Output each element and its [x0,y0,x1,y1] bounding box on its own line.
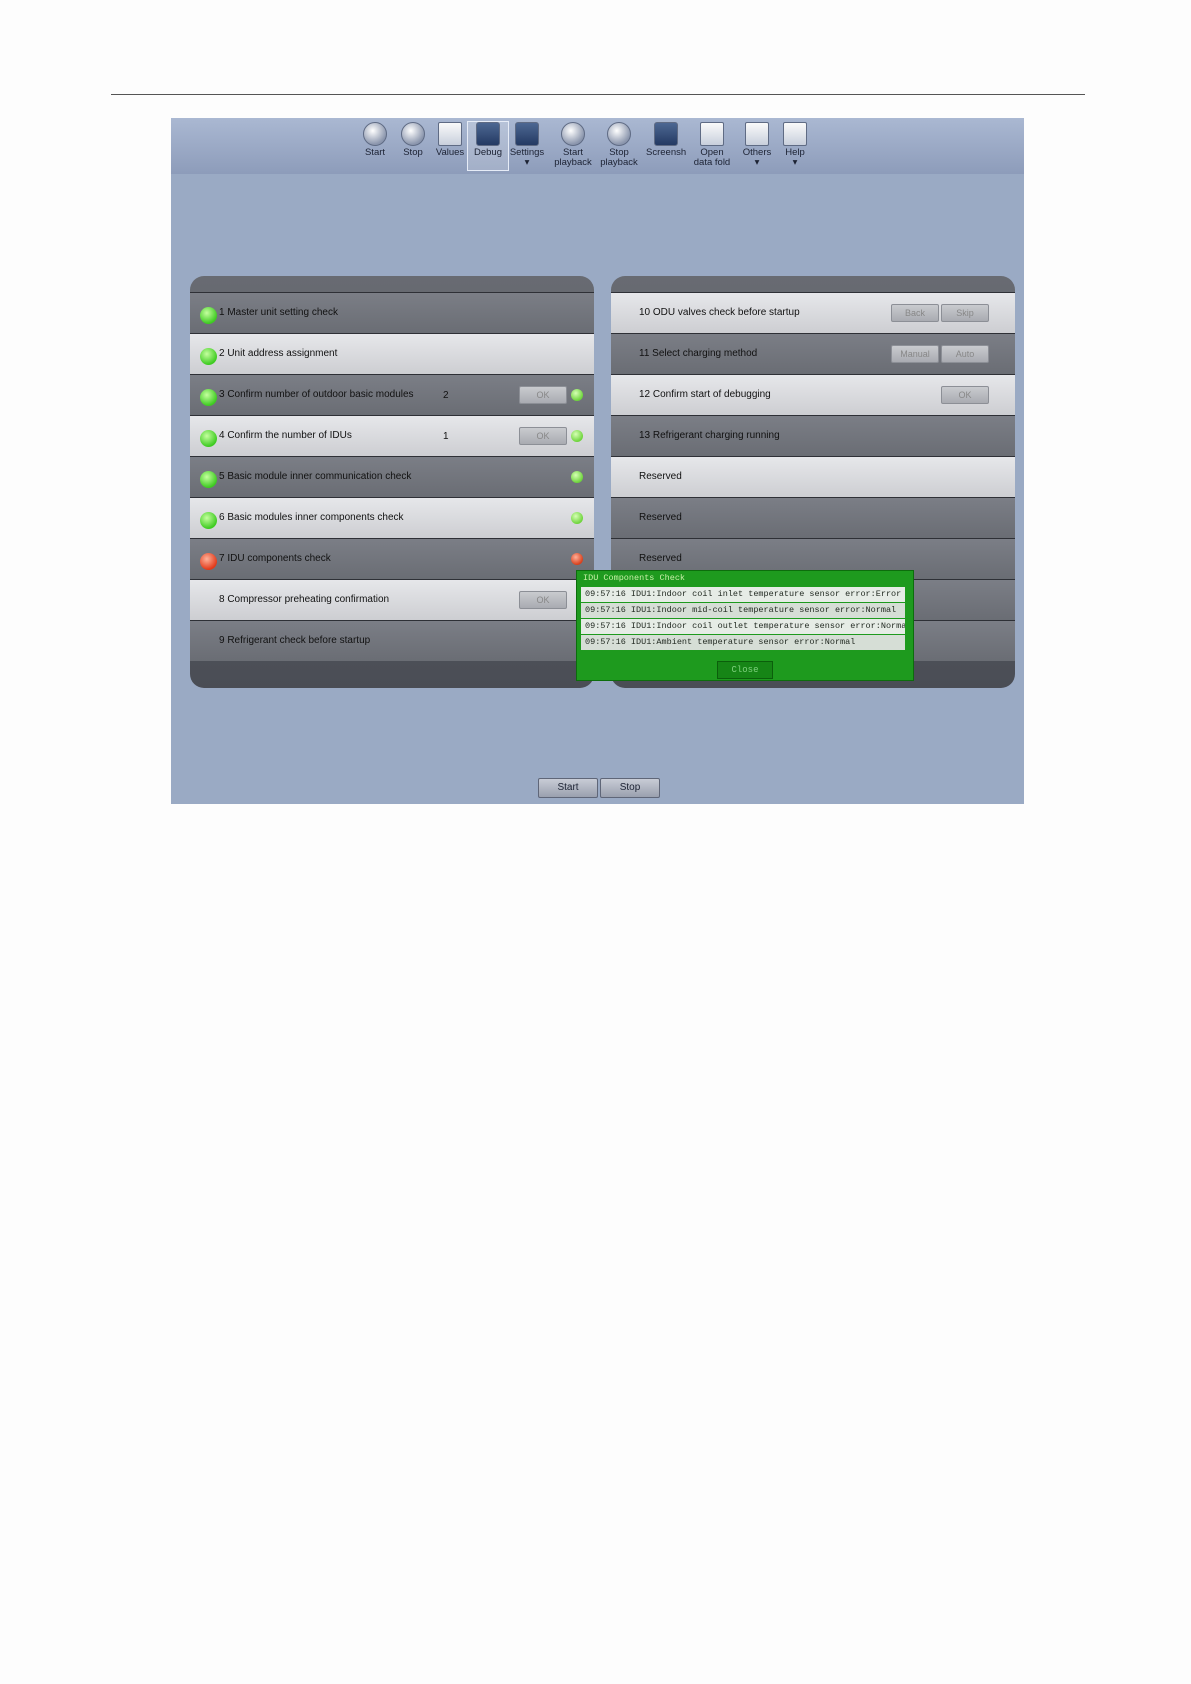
step-row: 12 Confirm start of debugging OK [611,374,1015,415]
step-row: 6 Basic modules inner components check [190,497,594,538]
page-header-rule [111,94,1085,95]
start-playback-button[interactable]: Start playback [553,122,593,170]
step-row: 3 Confirm number of outdoor basic module… [190,374,594,415]
step-row: 10 ODU valves check before startup Back Sk… [611,292,1015,333]
screenshot-icon [654,122,678,146]
stop-playback-button[interactable]: Stop playback [599,122,639,170]
open-data-folder-button[interactable]: Open data fold [692,122,732,170]
pass-status-icon [200,389,217,406]
playback-start-icon [561,122,585,146]
auto-button[interactable]: Auto [941,345,989,363]
pass-status-icon [200,430,217,447]
left-steps-panel: 1 Master unit setting check 2 Unit addre… [190,276,594,688]
status-indicator-icon [571,471,583,483]
step-row: 13 Refrigerant charging running [611,415,1015,456]
ok-button[interactable]: OK [519,386,567,404]
pass-status-icon [200,307,217,324]
magnifier-icon [438,122,462,146]
step-row: 8 Compressor preheating confirmation OK [190,579,594,620]
status-indicator-icon [571,430,583,442]
log-line: 09:57:16 IDU1:Ambient temperature sensor… [581,635,905,650]
ok-button[interactable]: OK [519,591,567,609]
toolbar: Start Stop Values Debug Settings ▾ Start p… [171,118,1024,174]
step-row: 5 Basic module inner communication check [190,456,594,497]
log-line: 09:57:16 IDU1:Indoor mid-coil temperatur… [581,603,905,618]
start-button[interactable]: Start [355,122,395,170]
screenshot-button[interactable]: Screensh [646,122,686,170]
skip-button[interactable]: Skip [941,304,989,322]
debug-button[interactable]: Debug [467,121,509,171]
step-row: 1 Master unit setting check [190,292,594,333]
step-row: 11 Select charging method Manual Auto [611,333,1015,374]
step-row: 7 IDU components check [190,538,594,579]
idu-components-check-dialog: IDU Components Check 09:57:16 IDU1:Indoo… [576,570,914,681]
play-icon [363,122,387,146]
error-indicator-icon [571,553,583,565]
back-button[interactable]: Back [891,304,939,322]
step-row: Reserved [611,497,1015,538]
settings-icon [515,122,539,146]
playback-stop-icon [607,122,631,146]
folder-icon [700,122,724,146]
log-line: 09:57:16 IDU1:Indoor coil outlet tempera… [581,619,905,634]
step-row: Reserved [611,456,1015,497]
start-button[interactable]: Start [538,778,598,798]
monitor-icon [476,122,500,146]
pass-status-icon [200,512,217,529]
settings-button[interactable]: Settings ▾ [507,122,547,170]
close-button[interactable]: Close [717,661,773,679]
ok-button[interactable]: OK [941,386,989,404]
values-button[interactable]: Values [430,122,470,170]
dialog-title: IDU Components Check [583,573,686,583]
stop-button[interactable]: Stop [393,122,433,170]
log-line: 09:57:16 IDU1:Indoor coil inlet temperat… [581,587,905,602]
ok-button[interactable]: OK [519,427,567,445]
others-icon [745,122,769,146]
status-indicator-icon [571,512,583,524]
status-indicator-icon [571,389,583,401]
others-button[interactable]: Others ▾ [737,122,777,170]
stop-button[interactable]: Stop [600,778,660,798]
fail-status-icon [200,553,217,570]
step-row: 4 Confirm the number of IDUs 1 OK [190,415,594,456]
step-row: 9 Refrigerant check before startup [190,620,594,661]
step-row: 2 Unit address assignment [190,333,594,374]
pass-status-icon [200,471,217,488]
pause-icon [401,122,425,146]
manual-button[interactable]: Manual [891,345,939,363]
pass-status-icon [200,348,217,365]
help-button[interactable]: Help ▾ [775,122,815,170]
app-window: Start Stop Values Debug Settings ▾ Start p… [171,118,1024,804]
help-icon [783,122,807,146]
